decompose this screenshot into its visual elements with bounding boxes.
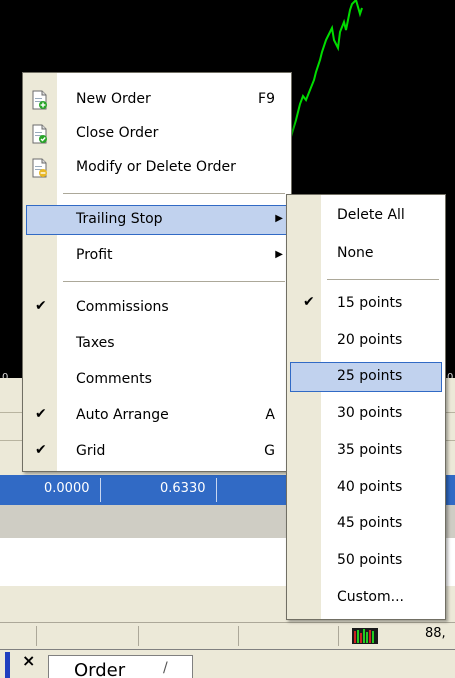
status-bar [0, 622, 455, 649]
menu-item-grid[interactable]: ✔ Grid G [23, 435, 291, 469]
connection-value: 88, [425, 626, 446, 641]
trailing-stop-submenu: Delete All None ✔ 15 points 20 points 25… [286, 194, 446, 620]
menu-item-label: Grid [76, 443, 106, 459]
check-icon: ✔ [35, 298, 47, 314]
table-cell: 0.0000 [44, 481, 90, 496]
status-divider [238, 626, 239, 646]
menu-item-label: None [337, 245, 374, 261]
menu-item-modify-order[interactable]: Modify or Delete Order [23, 151, 291, 185]
menu-item-close-order[interactable]: Close Order [23, 117, 291, 151]
submenu-item-none[interactable]: None [287, 237, 445, 271]
menu-separator [327, 279, 439, 280]
status-divider [338, 626, 339, 646]
check-icon: ✔ [35, 406, 47, 422]
column-divider [216, 478, 217, 502]
status-divider [36, 626, 37, 646]
menu-separator [63, 193, 285, 194]
check-icon: ✔ [35, 442, 47, 458]
submenu-item-25-points[interactable]: 25 points [287, 360, 445, 394]
menu-item-label: Commissions [76, 299, 169, 315]
status-divider [138, 626, 139, 646]
menu-item-comments[interactable]: Comments [23, 363, 291, 397]
menu-item-taxes[interactable]: Taxes [23, 327, 291, 361]
menu-item-auto-arrange[interactable]: ✔ Auto Arrange A [23, 399, 291, 433]
menu-item-new-order[interactable]: New Order F9 [23, 83, 291, 117]
menu-item-label: Delete All [337, 207, 405, 223]
modify-order-icon [32, 158, 47, 178]
menu-item-label: New Order [76, 91, 151, 107]
menu-item-label: Close Order [76, 125, 159, 141]
menu-item-label: 20 points [337, 332, 403, 348]
menu-item-label: Modify or Delete Order [76, 159, 236, 175]
menu-item-label: 40 points [337, 479, 403, 495]
submenu-item-20-points[interactable]: 20 points [287, 324, 445, 358]
menu-item-label: 50 points [337, 552, 403, 568]
menu-item-label: 35 points [337, 442, 403, 458]
menu-item-label: 25 points [337, 368, 403, 384]
menu-item-profit[interactable]: Profit ▶ [23, 239, 291, 273]
menu-item-label: Taxes [76, 335, 115, 351]
menu-item-label: Trailing Stop [76, 211, 163, 227]
menu-item-label: Profit [76, 247, 113, 263]
submenu-arrow-icon: ▶ [275, 249, 283, 260]
context-menu: New Order F9 Close Order Modify or Delet… [22, 72, 292, 472]
submenu-item-30-points[interactable]: 30 points [287, 397, 445, 431]
menu-item-label: 30 points [337, 405, 403, 421]
submenu-item-delete-all[interactable]: Delete All [287, 199, 445, 233]
submenu-item-35-points[interactable]: 35 points [287, 434, 445, 468]
menu-item-label: Comments [76, 371, 152, 387]
close-order-icon [32, 124, 47, 144]
check-icon: ✔ [303, 294, 315, 310]
menu-item-label: Custom... [337, 589, 404, 605]
submenu-item-45-points[interactable]: 45 points [287, 507, 445, 541]
menu-item-commissions[interactable]: ✔ Commissions [23, 291, 291, 325]
menu-item-label: 15 points [337, 295, 403, 311]
new-order-icon [32, 90, 47, 110]
menu-item-label: 45 points [337, 515, 403, 531]
submenu-item-custom[interactable]: Custom... [287, 581, 445, 615]
submenu-arrow-icon: ▶ [275, 213, 283, 224]
column-divider [100, 478, 101, 502]
tab-separator: / [163, 660, 168, 676]
close-icon[interactable]: × [22, 651, 35, 670]
menu-shortcut: G [264, 443, 275, 459]
menu-separator [63, 281, 285, 282]
tab-order-label[interactable]: Order [74, 660, 125, 678]
table-cell: 0.6330 [160, 481, 206, 496]
connection-bars-icon [352, 628, 378, 644]
menu-shortcut: A [265, 407, 275, 423]
menu-shortcut: F9 [258, 91, 275, 107]
window-edge [5, 652, 10, 678]
submenu-item-50-points[interactable]: 50 points [287, 544, 445, 578]
submenu-item-15-points[interactable]: ✔ 15 points [287, 287, 445, 321]
menu-item-trailing-stop[interactable]: Trailing Stop ▶ [23, 203, 291, 237]
menu-item-label: Auto Arrange [76, 407, 169, 423]
submenu-item-40-points[interactable]: 40 points [287, 471, 445, 505]
